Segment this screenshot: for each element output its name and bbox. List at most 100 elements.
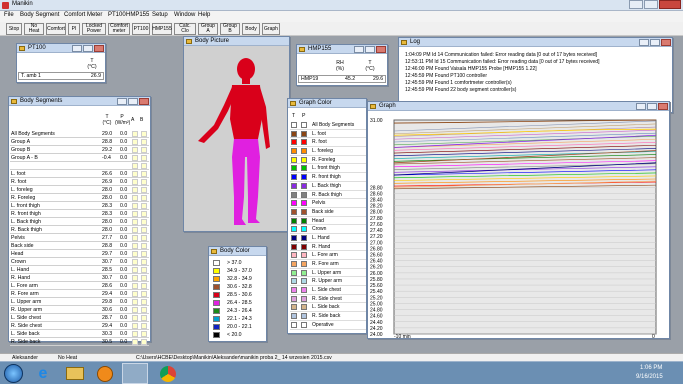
segment-row[interactable]: R. front thigh 28.3 0.0 [10,210,149,218]
graph-t-swatch[interactable] [291,217,297,224]
segment-group-b-checkbox[interactable] [141,299,147,305]
graph-color-row[interactable]: Operative [290,321,366,330]
segment-group-b-checkbox[interactable] [141,251,147,257]
graph-p-swatch[interactable] [301,252,307,259]
segment-row[interactable]: L. front thigh 28.3 0.0 [10,202,149,210]
segment-row[interactable]: Group B 29.2 0.0 [10,146,149,154]
menu-item-setup[interactable]: Setup [152,12,168,18]
graph-p-swatch[interactable] [301,287,307,294]
segment-group-b-checkbox[interactable] [141,139,147,145]
close-button[interactable] [94,45,104,52]
graph-color-row[interactable]: L. front thigh [290,164,366,174]
graph-window[interactable]: Graph 31.00 28.80 28.60 28.40 28.20 28.00 27.8… [367,101,670,339]
graph-p-swatch[interactable] [301,217,307,224]
minimize-button[interactable] [354,46,364,53]
toolbar-button-pt100[interactable]: PT100 [132,23,150,35]
menu-item-pt100[interactable]: PT100 [108,12,126,18]
segment-row[interactable]: R. foot 26.9 0.0 [10,178,149,186]
segment-row[interactable]: Head 29.7 0.0 [10,250,149,258]
graph-p-swatch[interactable] [301,165,307,172]
graph-p-swatch[interactable] [301,313,307,320]
graph-t-swatch[interactable] [291,287,297,294]
graph-t-swatch[interactable] [291,234,297,241]
segment-row[interactable]: R. Hand 30.7 0.0 [10,274,149,282]
menu-item-body-segment[interactable]: Body Segment [20,12,59,18]
close-button[interactable] [659,0,681,9]
segment-group-b-checkbox[interactable] [141,171,147,177]
segment-row[interactable]: All Body Segments 29.0 0.0 [10,130,149,138]
segment-row[interactable]: L. Upper arm 29.8 0.0 [10,298,149,306]
graph-p-swatch[interactable] [301,174,307,181]
segment-group-b-checkbox[interactable] [141,283,147,289]
segment-row[interactable]: R. Fore arm 29.4 0.0 [10,290,149,298]
tray-icons[interactable] [575,369,631,379]
menu-item-help[interactable]: Help [198,12,210,18]
maximize-button[interactable] [365,46,375,53]
toolbar-button-stop[interactable]: Stop [6,23,22,35]
segment-row[interactable]: L. foot 26.6 0.0 [10,170,149,178]
hmp155-window[interactable]: HMP155 RH (%) T (°C) HMP19 45.2 29.6 [296,44,388,86]
graph-color-row[interactable]: R. Side back [290,312,366,321]
minimize-button[interactable] [639,39,649,46]
segment-row[interactable]: R. Side back 30.5 0.0 [10,338,149,346]
graph-t-swatch[interactable] [291,165,297,172]
segment-group-a-checkbox[interactable] [132,219,138,225]
graph-p-swatch[interactable] [301,304,307,311]
segment-group-b-checkbox[interactable] [141,227,147,233]
segment-group-a-checkbox[interactable] [132,195,138,201]
toolbar-button-group-b[interactable]: Group B [220,23,240,35]
body-picture-window[interactable]: Body Picture [183,36,290,232]
segment-row[interactable]: R. Foreleg 28.0 0.0 [10,194,149,202]
segment-group-b-checkbox[interactable] [141,147,147,153]
segment-group-b-checkbox[interactable] [141,235,147,241]
segment-group-a-checkbox[interactable] [132,187,138,193]
maximize-button[interactable] [650,39,660,46]
toolbar-button-calc-clo[interactable]: Calc. Clo [174,23,196,35]
segment-group-a-checkbox[interactable] [132,179,138,185]
body-color-window[interactable]: Body Color > 37.0 34.9 - 37.0 32.8 - 34.9 3… [208,246,267,342]
segment-row[interactable]: L. Side back 30.3 0.0 [10,330,149,338]
graph-t-swatch[interactable] [291,122,297,128]
segment-group-a-checkbox[interactable] [132,235,138,241]
maximize-button[interactable] [128,98,138,105]
close-button[interactable] [376,46,386,53]
start-button[interactable] [4,364,23,383]
graph-t-swatch[interactable] [291,313,297,320]
segment-group-b-checkbox[interactable] [141,339,147,345]
segment-row[interactable]: L. Fore arm 28.6 0.0 [10,282,149,290]
graph-t-swatch[interactable] [291,269,297,276]
graph-color-row[interactable]: R. Hand [290,243,366,252]
graph-color-window[interactable]: Graph Color T P All Body Segments L. foot… [287,98,367,334]
segment-group-a-checkbox[interactable] [132,171,138,177]
graph-color-row[interactable]: L. foot [290,130,366,139]
graph-t-swatch[interactable] [291,208,297,215]
toolbar-button-hmp155[interactable]: HMP155 [152,23,172,35]
graph-color-row[interactable]: Back side [290,208,366,217]
segment-group-a-checkbox[interactable] [132,291,138,297]
minimize-button[interactable] [117,98,127,105]
segment-group-a-checkbox[interactable] [132,203,138,209]
graph-color-row[interactable]: L. Fore arm [290,251,366,260]
maximize-button[interactable] [644,0,658,9]
graph-color-row[interactable]: R. Side chest [290,295,366,304]
segment-row[interactable] [10,162,149,170]
graph-color-row[interactable]: R. front thigh [290,173,366,182]
ie-icon[interactable]: e [34,365,52,382]
segment-group-a-checkbox[interactable] [132,323,138,329]
graph-t-swatch[interactable] [291,243,297,250]
segment-group-a-checkbox[interactable] [132,275,138,281]
graph-color-row[interactable]: Crown [290,225,366,234]
graph-p-swatch[interactable] [301,130,307,137]
graph-t-swatch[interactable] [291,295,297,302]
segment-group-b-checkbox[interactable] [141,163,147,169]
graph-t-swatch[interactable] [291,139,297,146]
segment-row[interactable]: R. Upper arm 30.6 0.0 [10,306,149,314]
explorer-icon[interactable] [66,367,84,380]
graph-color-row[interactable]: L. Back thigh [290,182,366,191]
graph-t-swatch[interactable] [291,156,297,163]
graph-p-swatch[interactable] [301,182,307,189]
segment-group-a-checkbox[interactable] [132,283,138,289]
graph-color-row[interactable]: L. Side back [290,303,366,313]
segment-group-b-checkbox[interactable] [141,275,147,281]
toolbar-button-graph[interactable]: Graph [262,23,280,35]
